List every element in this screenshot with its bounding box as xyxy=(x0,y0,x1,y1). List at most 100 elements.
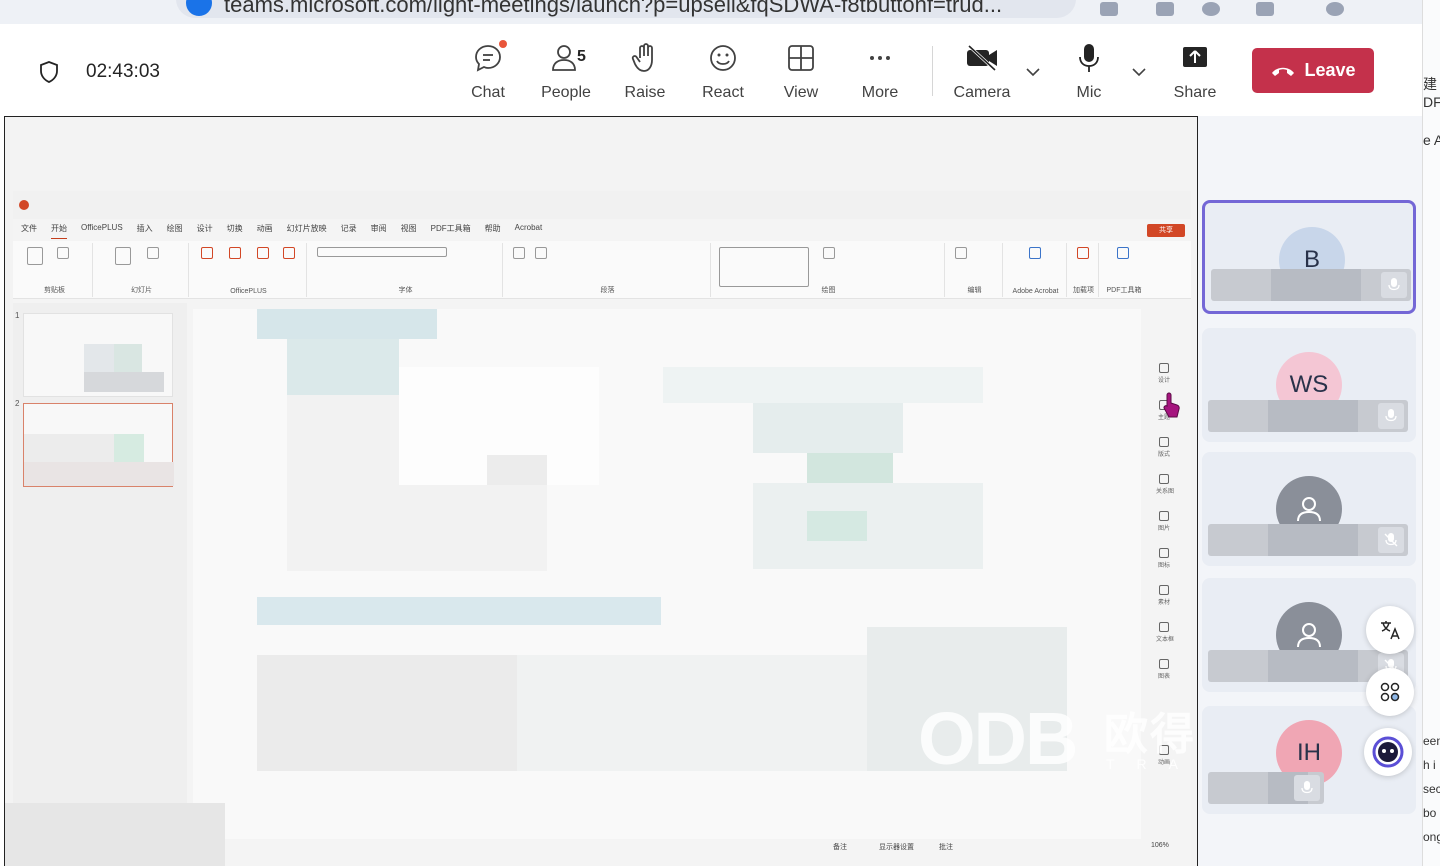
menu-officeplus[interactable]: OfficePLUS xyxy=(81,223,123,239)
side-tool-chart[interactable]: 图表 xyxy=(1156,659,1172,689)
paste-icon[interactable] xyxy=(27,247,43,265)
side-tool-diagram[interactable]: 关系图 xyxy=(1156,474,1174,504)
extension-icon[interactable] xyxy=(1156,2,1174,16)
menu-slideshow[interactable]: 幻灯片放映 xyxy=(287,223,327,239)
side-tool-icons[interactable]: 图标 xyxy=(1156,548,1172,578)
hand-icon xyxy=(631,43,653,72)
ribbon-group-label: OfficePLUS xyxy=(230,288,267,295)
cut-icon[interactable] xyxy=(57,247,69,259)
mic-button[interactable]: Mic xyxy=(1050,40,1128,102)
more-icon xyxy=(870,56,890,60)
comments-button[interactable]: 批注 xyxy=(939,842,953,852)
ribbon-group-slides: 幻灯片 xyxy=(95,243,189,297)
view-button[interactable]: View xyxy=(762,40,840,102)
people-button[interactable]: 5 People xyxy=(527,40,605,102)
ribbon-group-label: 幻灯片 xyxy=(131,287,152,294)
find-icon[interactable] xyxy=(955,247,967,259)
chat-button[interactable]: Chat xyxy=(449,40,527,102)
meeting-timer: 02:43:03 xyxy=(86,61,160,82)
menu-animations[interactable]: 动画 xyxy=(257,223,273,239)
participant-tile[interactable]: WS xyxy=(1202,328,1416,442)
new-slide-icon[interactable] xyxy=(115,247,131,265)
side-tool-animation[interactable]: 动画 xyxy=(1156,745,1172,775)
menu-acrobat[interactable]: Acrobat xyxy=(515,223,543,239)
bullets-icon[interactable] xyxy=(513,247,525,259)
arrange-icon[interactable] xyxy=(823,247,835,259)
notes-button[interactable]: 备注 xyxy=(833,842,847,852)
slide-thumbnail-selected[interactable] xyxy=(23,403,174,487)
avatar[interactable] xyxy=(1326,2,1344,16)
side-tool-picture[interactable]: 图片 xyxy=(1156,511,1172,541)
addins-icon[interactable] xyxy=(1077,247,1089,259)
participant-tile[interactable] xyxy=(1202,452,1416,566)
menu-insert[interactable]: 插入 xyxy=(137,223,153,239)
side-tool-design[interactable]: 设计 xyxy=(1156,363,1172,393)
more-button[interactable]: More xyxy=(841,40,919,102)
background-text: een xyxy=(1423,734,1440,748)
display-settings-button[interactable]: 显示器设置 xyxy=(879,842,914,852)
mic-on-icon xyxy=(1378,403,1404,429)
shield-icon[interactable] xyxy=(38,60,60,84)
participant-tile-active-speaker[interactable]: B xyxy=(1202,200,1416,314)
ribbon-group-addins: 加载项 xyxy=(1069,243,1099,297)
ribbon-group-acrobat: Adobe Acrobat xyxy=(1005,243,1067,297)
menu-record[interactable]: 记录 xyxy=(341,223,357,239)
window-icon[interactable] xyxy=(1256,2,1274,16)
menu-review[interactable]: 审阅 xyxy=(371,223,387,239)
mic-options-chevron-icon[interactable] xyxy=(1131,64,1147,80)
apps-button[interactable] xyxy=(1366,668,1414,716)
participant-gallery: B WS IH xyxy=(1198,116,1422,866)
menu-help[interactable]: 帮助 xyxy=(485,223,501,239)
mic-off-icon xyxy=(1378,527,1404,553)
pdf-convert-icon[interactable] xyxy=(1117,247,1129,259)
side-tool-textbox[interactable]: 文本框 xyxy=(1156,622,1174,652)
raise-hand-button[interactable]: Raise xyxy=(606,40,684,102)
address-bar[interactable]: teams.microsoft.com/light-meetings/launc… xyxy=(176,0,1076,18)
slide-canvas[interactable] xyxy=(193,309,1141,839)
browser-top-strip: teams.microsoft.com/light-meetings/launc… xyxy=(0,0,1440,24)
mic-label: Mic xyxy=(1076,84,1102,101)
extension-icon[interactable] xyxy=(1100,2,1118,16)
menu-view[interactable]: 视图 xyxy=(401,223,417,239)
template-icon[interactable] xyxy=(229,247,241,259)
layout-icon[interactable] xyxy=(147,247,159,259)
menu-design[interactable]: 设计 xyxy=(197,223,213,239)
shapes-gallery[interactable] xyxy=(719,247,809,287)
ribbon-group-label: Adobe Acrobat xyxy=(1012,288,1059,295)
camera-options-chevron-icon[interactable] xyxy=(1025,64,1041,80)
ai-icon[interactable] xyxy=(201,247,213,259)
zoom-level[interactable]: 106% xyxy=(1151,842,1169,849)
menu-draw[interactable]: 绘图 xyxy=(167,223,183,239)
side-tool-assets[interactable]: 素材 xyxy=(1156,585,1172,615)
menu-file[interactable]: 文件 xyxy=(21,223,37,239)
leave-button[interactable]: Leave xyxy=(1252,48,1374,93)
slide-thumbnail-pane: 1 2 xyxy=(13,303,187,823)
side-tool-layout[interactable]: 版式 xyxy=(1156,437,1172,467)
menu-home[interactable]: 开始 xyxy=(51,223,67,239)
leave-label: Leave xyxy=(1304,60,1356,80)
share-button[interactable]: Share xyxy=(1156,40,1234,102)
menu-pdf-toolbox[interactable]: PDF工具箱 xyxy=(431,223,471,239)
ribbon-group-label: 剪贴板 xyxy=(44,287,65,294)
menu-transitions[interactable]: 切换 xyxy=(227,223,243,239)
slide-thumbnail[interactable] xyxy=(23,313,173,397)
page-icon[interactable] xyxy=(257,247,269,259)
grid-icon xyxy=(788,45,814,71)
ppt-ribbon: 剪贴板 幻灯片 OfficePLUS 字体 段落 绘图 编辑 Adobe Acr… xyxy=(13,241,1191,299)
microphone-icon xyxy=(1079,44,1099,72)
site-info-icon[interactable] xyxy=(186,0,212,16)
profile-icon[interactable] xyxy=(1202,2,1220,16)
camera-button[interactable]: Camera xyxy=(943,40,1021,102)
create-pdf-icon[interactable] xyxy=(1029,247,1041,259)
participant-name-bar xyxy=(1211,269,1411,301)
react-button[interactable]: React xyxy=(684,40,762,102)
background-text: 建 xyxy=(1423,76,1437,92)
numbering-icon[interactable] xyxy=(535,247,547,259)
font-name-select[interactable] xyxy=(317,247,447,257)
powerpoint-logo-icon xyxy=(19,200,29,210)
ppt-share-button[interactable]: 共享 xyxy=(1147,224,1185,237)
translate-button[interactable] xyxy=(1366,606,1414,654)
background-text: sec xyxy=(1423,782,1440,796)
assistant-button[interactable] xyxy=(1364,728,1412,776)
font-icon[interactable] xyxy=(283,247,295,259)
